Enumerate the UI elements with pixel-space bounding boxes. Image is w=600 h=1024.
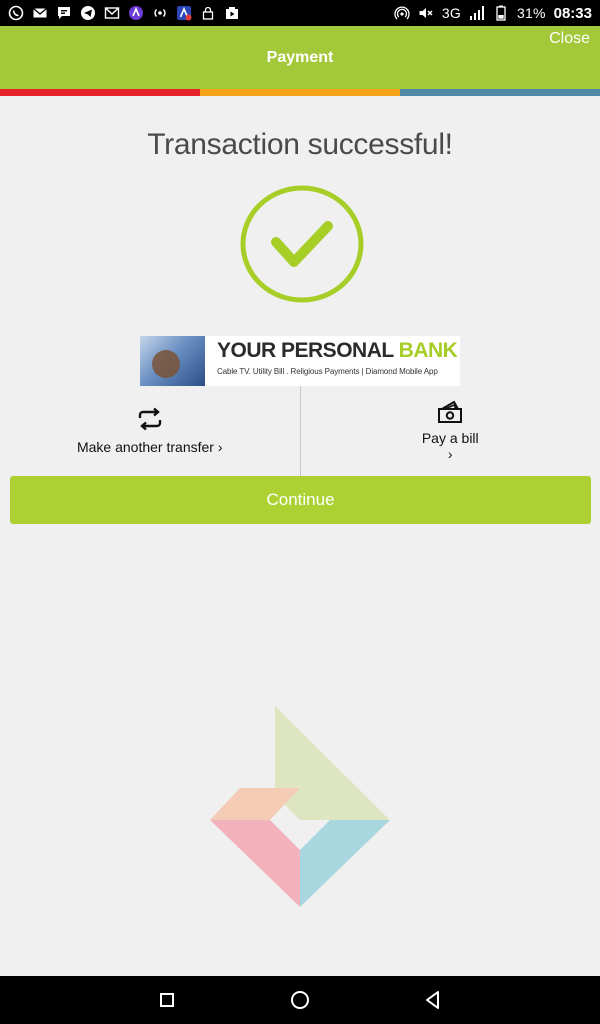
telegram-icon xyxy=(80,5,96,21)
brand-logo xyxy=(210,706,390,907)
banner-headline: YOUR PERSONAL BANK xyxy=(217,340,460,362)
status-bar-left xyxy=(8,5,240,21)
mail-icon xyxy=(32,5,48,21)
success-check-icon xyxy=(240,185,364,303)
success-title: Transaction successful! xyxy=(147,128,453,161)
back-button[interactable] xyxy=(413,980,453,1020)
square-icon xyxy=(159,993,174,1007)
page-title: Payment xyxy=(266,48,334,66)
clock: 08:33 xyxy=(553,4,592,22)
color-stripe xyxy=(0,89,600,96)
app-header: Payment xyxy=(0,26,600,89)
chat-icon xyxy=(56,5,72,21)
banner-text: YOUR PERSONAL BANK Cable TV. Utility Bil… xyxy=(205,336,460,386)
hotspot-icon xyxy=(394,5,410,21)
stripe-orange xyxy=(200,89,400,96)
whatsapp-icon xyxy=(8,5,24,21)
continue-button[interactable]: Continue xyxy=(10,476,591,524)
battery-icon xyxy=(493,5,509,21)
banner-photo xyxy=(140,336,205,386)
system-nav-bar xyxy=(0,976,600,1024)
banner-subline: Cable TV. Utility Bill . Religious Payme… xyxy=(217,367,438,376)
gmail-icon xyxy=(104,5,120,21)
signal-icon xyxy=(469,5,485,21)
stripe-blue xyxy=(400,89,600,96)
cash-icon xyxy=(438,400,463,423)
stripe-red xyxy=(0,89,200,96)
make-transfer-label: Make another transfer › xyxy=(76,439,223,455)
status-bar: 3G 31% 08:33 xyxy=(0,0,600,26)
app-alert-icon xyxy=(176,5,192,21)
recent-apps-button[interactable] xyxy=(147,980,187,1020)
radio-icon xyxy=(152,5,168,21)
circle-icon xyxy=(290,991,309,1009)
banner-headline-green: BANK xyxy=(398,339,458,362)
make-transfer-button[interactable]: Make another transfer › xyxy=(0,386,300,476)
close-button[interactable]: Close xyxy=(549,30,590,48)
pay-bill-button[interactable]: Pay a bill › xyxy=(301,386,600,476)
pay-bill-label: Pay a bill › xyxy=(421,430,479,462)
quick-actions: Make another transfer › Pay a bill › xyxy=(0,386,600,476)
status-bar-right: 3G 31% 08:33 xyxy=(394,5,592,22)
network-type: 3G xyxy=(441,5,461,21)
media-icon xyxy=(224,5,240,21)
lock-icon xyxy=(200,5,216,21)
banner-headline-dark: YOUR PERSONAL xyxy=(217,339,394,362)
mute-icon xyxy=(418,5,434,21)
promo-banner[interactable]: YOUR PERSONAL BANK Cable TV. Utility Bil… xyxy=(140,336,460,386)
app-icon xyxy=(128,5,144,21)
repeat-icon xyxy=(138,407,161,431)
home-button[interactable] xyxy=(280,980,320,1020)
battery-percent: 31% xyxy=(517,5,546,21)
triangle-back-icon xyxy=(426,991,440,1009)
